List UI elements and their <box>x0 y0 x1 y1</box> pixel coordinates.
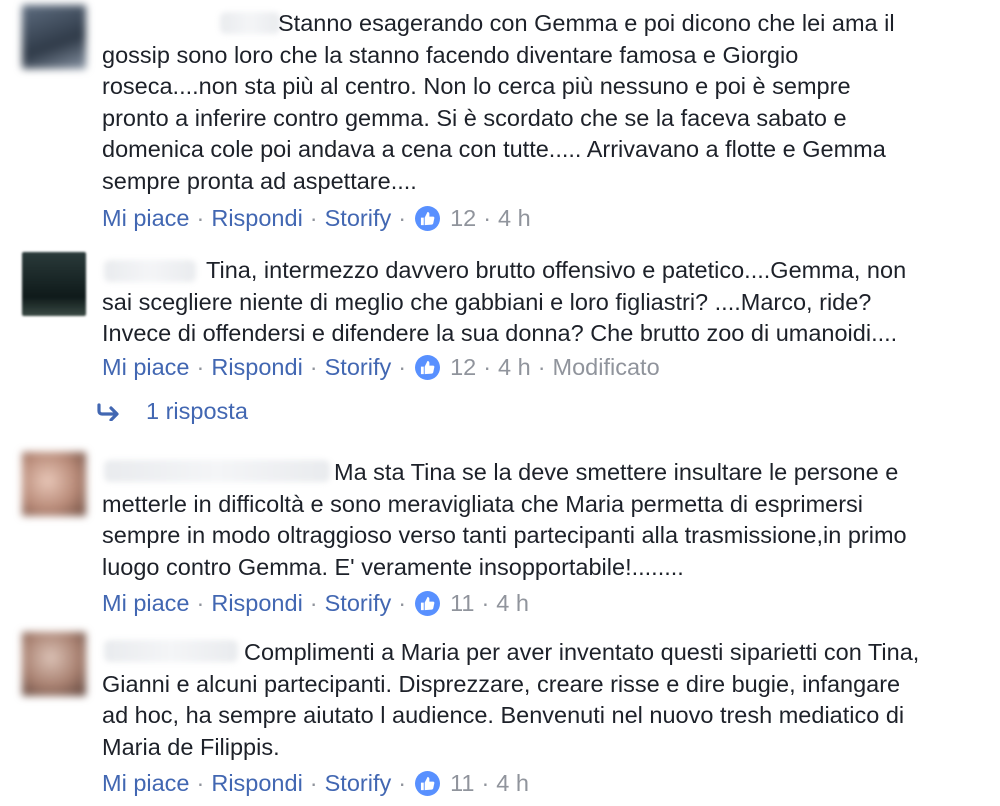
thumbs-up-icon[interactable] <box>415 354 441 380</box>
separator: · <box>309 590 318 616</box>
avatar[interactable] <box>22 252 86 316</box>
like-count[interactable]: 11 <box>450 768 474 798</box>
separator: · <box>537 354 546 380</box>
comment-actions: Mi piace · Rispondi · Storify · 12 · 4 h… <box>102 352 660 382</box>
like-count[interactable]: 12 <box>450 203 476 233</box>
thumbs-up-icon[interactable] <box>415 205 441 231</box>
storify-button[interactable]: Storify <box>325 203 392 233</box>
comment-line: Tina, intermezzo davvero brutto offensiv… <box>206 257 907 283</box>
comment-actions: Mi piace · Rispondi · Storify · 12 · 4 h <box>102 203 531 233</box>
like-button[interactable]: Mi piace <box>102 352 190 382</box>
comment-line: luogo contro Gemma. E' veramente insoppo… <box>102 553 684 580</box>
comment-text: Stanno esagerando con Gemma e poi dicono… <box>102 8 962 197</box>
comment-line: Stanno esagerando con Gemma e poi dicono… <box>278 10 895 36</box>
separator: · <box>196 354 205 380</box>
comment-line: Maria de Filippis. <box>102 733 280 760</box>
reply-button[interactable]: Rispondi <box>211 768 302 798</box>
replies-count[interactable]: 1 risposta <box>146 398 248 425</box>
reply-button[interactable]: Rispondi <box>211 352 302 382</box>
avatar[interactable] <box>22 452 86 516</box>
like-count[interactable]: 12 <box>450 352 476 382</box>
thumbs-up-icon[interactable] <box>415 590 441 616</box>
thumbs-up-icon[interactable] <box>415 770 441 796</box>
separator: · <box>309 354 318 380</box>
view-replies-link[interactable]: 1 risposta <box>96 398 248 425</box>
comment-actions: Mi piace · Rispondi · Storify · 11 · 4 h <box>102 768 529 798</box>
comment-line: sempre pronta ad aspettare.... <box>102 167 417 194</box>
separator: · <box>196 205 205 231</box>
comment-line: Complimenti a Maria per aver inventato q… <box>244 639 920 665</box>
like-count[interactable]: 11 <box>450 588 474 618</box>
comment-line: Ma sta Tina se la deve smettere insultar… <box>334 459 899 485</box>
edited-label[interactable]: Modificato <box>553 352 660 382</box>
storify-button[interactable]: Storify <box>325 352 392 382</box>
comment-line: sempre in modo oltraggioso verso tanti p… <box>102 522 907 548</box>
separator: · <box>483 205 492 231</box>
comment-actions: Mi piace · Rispondi · Storify · 11 · 4 h <box>102 588 529 618</box>
separator: · <box>398 590 407 616</box>
timestamp[interactable]: 4 h <box>498 203 531 233</box>
avatar[interactable] <box>22 5 86 69</box>
separator: · <box>481 770 490 796</box>
comment-line: sai scegliere niente di meglio che gabbi… <box>102 288 872 315</box>
separator: · <box>483 354 492 380</box>
comment-line: Gianni e alcuni partecipanti. Disprezzar… <box>102 670 901 697</box>
separator: · <box>309 205 318 231</box>
separator: · <box>398 205 407 231</box>
storify-button[interactable]: Storify <box>325 768 392 798</box>
comment-text: Ma sta Tina se la deve smettere insultar… <box>102 457 962 583</box>
reply-button[interactable]: Rispondi <box>211 588 302 618</box>
comment-line: domenica cole poi andava a cena con tutt… <box>102 136 886 162</box>
reply-arrow-icon <box>96 402 122 421</box>
separator: · <box>196 770 205 796</box>
comment-line: roseca....non sta più al centro. Non lo … <box>102 73 851 99</box>
comment-line: gossip sono loro che la stanno facendo d… <box>102 41 799 68</box>
comment-text: Tina, intermezzo davvero brutto offensiv… <box>102 255 962 350</box>
separator: · <box>398 770 407 796</box>
like-button[interactable]: Mi piace <box>102 588 190 618</box>
comment-text: Complimenti a Maria per aver inventato q… <box>102 637 962 763</box>
timestamp[interactable]: 4 h <box>496 768 529 798</box>
storify-button[interactable]: Storify <box>325 588 392 618</box>
reply-button[interactable]: Rispondi <box>211 203 302 233</box>
comment-line: pronto a inferire contro gemma. Si è sco… <box>102 104 847 131</box>
comment-line: metterle in difficoltà e sono meraviglia… <box>102 490 864 517</box>
timestamp[interactable]: 4 h <box>498 352 531 382</box>
separator: · <box>309 770 318 796</box>
separator: · <box>196 590 205 616</box>
comment-line: ad hoc, ha sempre aiutato l audience. Be… <box>102 702 905 728</box>
timestamp[interactable]: 4 h <box>496 588 529 618</box>
like-button[interactable]: Mi piace <box>102 768 190 798</box>
avatar[interactable] <box>22 632 86 696</box>
separator: · <box>398 354 407 380</box>
comment-line: Invece di offendersi e difendere la sua … <box>102 320 898 346</box>
like-button[interactable]: Mi piace <box>102 203 190 233</box>
separator: · <box>481 590 490 616</box>
